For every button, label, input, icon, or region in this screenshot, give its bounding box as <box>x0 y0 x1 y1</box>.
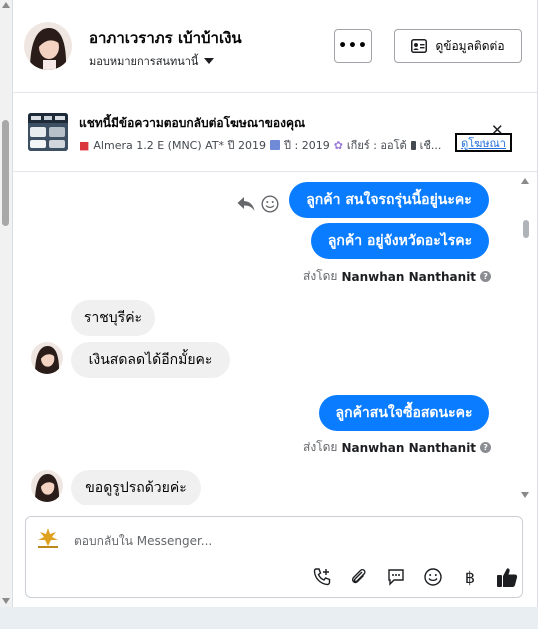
gear-icon: ✿ <box>333 138 343 152</box>
scroll-up-arrow[interactable] <box>2 2 10 8</box>
contact-avatar[interactable] <box>24 22 72 70</box>
thread-scroll-down-arrow[interactable] <box>521 492 529 498</box>
page-footer-strip <box>0 607 538 629</box>
car-icon: ■ <box>79 138 90 152</box>
chevron-down-icon <box>204 58 215 64</box>
ad-reply-banner: แชทนี้มีข้อความตอบกลับต่อโฆษณาของคุณ ■ A… <box>13 93 537 172</box>
thread-scroll-up-arrow[interactable] <box>521 178 529 184</box>
outgoing-message[interactable]: ลูกค้า สนใจรถรุ่นนี้อยู่นะคะ <box>289 182 489 218</box>
outgoing-message[interactable]: ลูกค้า อยู่จังหวัดอะไรคะ <box>311 223 489 259</box>
attach-icon[interactable] <box>347 565 371 589</box>
sender-name: Nanwhan Nanthanit <box>341 269 477 284</box>
close-icon[interactable]: ✕ <box>491 123 504 138</box>
page-scrollbar[interactable] <box>0 0 11 607</box>
conversation-header: อาภาเวราภร เบ้าบ้าเงิน มอบหมายการสนทนานี… <box>13 0 537 93</box>
assign-conversation-label: มอบหมายการสนทนานี้ <box>89 55 199 68</box>
conversation-panel: อาภาเวราภร เบ้าบ้าเงิน มอบหมายการสนทนานี… <box>12 0 538 607</box>
message-actions <box>237 195 279 213</box>
sent-by-prefix: ส่งโดย <box>303 440 338 454</box>
composer-toolbar: ฿ <box>310 565 519 589</box>
outgoing-message[interactable]: ลูกค้าสนใจซื้อสดนะคะ <box>319 395 489 431</box>
emoji-icon[interactable] <box>421 565 445 589</box>
ad-fuel: เชื... <box>419 139 442 152</box>
incoming-message[interactable]: ราชบุรีค่ะ <box>71 300 155 336</box>
contact-card-icon <box>411 39 428 53</box>
fuel-icon <box>410 140 416 150</box>
reply-input[interactable]: ตอบกลับใน Messenger... <box>74 532 212 551</box>
baht-icon[interactable]: ฿ <box>458 565 482 589</box>
contact-avatar-small <box>31 470 63 502</box>
ad-banner-title: แชทนี้มีข้อความตอบกลับต่อโฆษณาของคุณ <box>79 116 306 130</box>
ad-details: ■ Almera 1.2 E (MNC) AT* ปี 2019 ปี : 20… <box>79 136 459 154</box>
message-thread[interactable]: ลูกค้า สนใจรถรุ่นนี้อยู่นะคะ ลูกค้า อยู่… <box>13 172 537 505</box>
thread-scrollbar[interactable] <box>519 172 531 505</box>
emoji-icon[interactable] <box>261 195 279 213</box>
incoming-message[interactable]: เงินสดลดได้อีกมั้ยคะ <box>71 342 230 378</box>
page-scrollbar-thumb[interactable] <box>2 120 9 226</box>
contact-avatar-small <box>31 342 63 374</box>
more-options-button[interactable]: ••• <box>334 29 372 63</box>
call-icon[interactable] <box>310 565 334 589</box>
contact-name: อาภาเวราภร เบ้าบ้าเงิน <box>89 29 242 47</box>
thumbs-up-icon[interactable] <box>495 565 519 589</box>
ad-car-model: Almera 1.2 E (MNC) AT* ปี 2019 <box>93 139 267 152</box>
view-contact-label: ดูข้อมูลติดต่อ <box>435 38 505 53</box>
ad-year: ปี : 2019 <box>284 139 330 152</box>
calendar-icon <box>270 140 281 150</box>
thread-scrollbar-thumb[interactable] <box>523 220 529 238</box>
help-icon[interactable]: ? <box>480 442 492 453</box>
message-composer[interactable]: ตอบกลับใน Messenger... ฿ <box>25 516 523 598</box>
ad-thumbnail[interactable] <box>28 113 68 151</box>
ad-gear: เกียร์ : ออโต้ <box>346 139 407 152</box>
sent-by-line: ส่งโดย Nanwhan Nanthanit ? <box>303 438 492 457</box>
saved-reply-icon[interactable] <box>384 565 408 589</box>
scroll-down-arrow[interactable] <box>2 598 10 604</box>
sent-by-prefix: ส่งโดย <box>303 269 338 283</box>
incoming-message[interactable]: ขอดูรูปรถด้วยค่ะ <box>71 470 201 505</box>
page-logo <box>34 526 62 550</box>
sender-name: Nanwhan Nanthanit <box>341 440 477 455</box>
assign-conversation-dropdown[interactable]: มอบหมายการสนทนานี้ <box>89 52 215 70</box>
sent-by-line: ส่งโดย Nanwhan Nanthanit ? <box>303 267 492 286</box>
view-contact-button[interactable]: ดูข้อมูลติดต่อ <box>394 29 522 63</box>
reply-icon[interactable] <box>237 196 255 212</box>
help-icon[interactable]: ? <box>480 271 492 282</box>
